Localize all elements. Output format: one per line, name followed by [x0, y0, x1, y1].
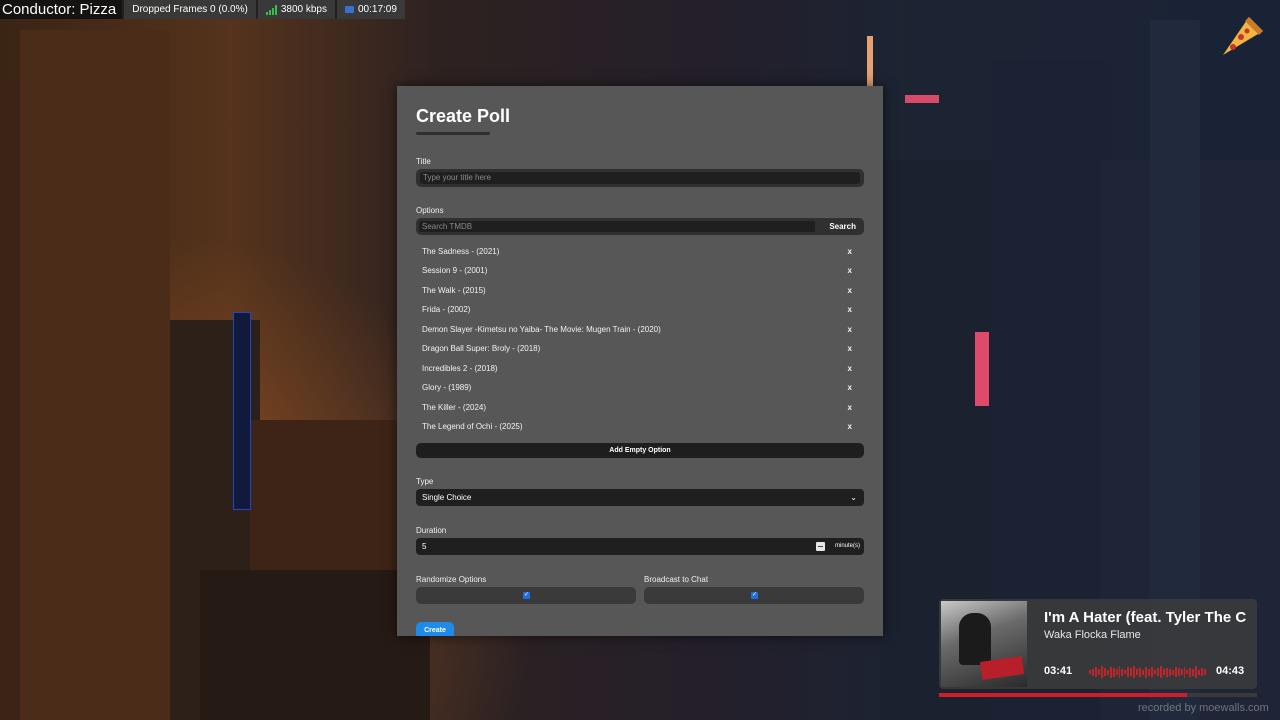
- duration-value: 5: [422, 542, 427, 551]
- option-item: The Sadness - (2021) x: [422, 245, 858, 259]
- remove-option-button[interactable]: x: [848, 323, 852, 337]
- neon-sign: [975, 332, 989, 406]
- desolar-sign: [233, 312, 251, 510]
- option-label: Glory - (1989): [422, 383, 472, 392]
- elapsed-time: 03:41: [1044, 665, 1073, 677]
- bitrate-stat: 3800 kbps: [257, 0, 335, 19]
- track-progress-fill: [939, 693, 1188, 697]
- dialog-title: Create Poll: [416, 106, 511, 126]
- remove-option-button[interactable]: x: [848, 342, 852, 356]
- option-label: The Sadness - (2021): [422, 247, 500, 256]
- type-select[interactable]: Single Choice ⌄: [416, 489, 864, 506]
- remove-option-button[interactable]: x: [848, 401, 852, 415]
- remove-option-button[interactable]: x: [848, 284, 852, 298]
- duration-unit: minute(s): [834, 543, 860, 549]
- waveform-visualizer: [1089, 666, 1207, 678]
- conductor-label: Conductor: Pizza: [0, 0, 123, 19]
- total-time: 04:43: [1216, 665, 1245, 677]
- uptime-text: 00:17:09: [358, 4, 397, 15]
- duration-label: Duration: [416, 526, 447, 535]
- option-label: The Walk - (2015): [422, 286, 486, 295]
- add-empty-option-button[interactable]: Add Empty Option: [416, 443, 864, 458]
- track-artist: Waka Flocka Flame: [1044, 629, 1141, 641]
- remove-option-button[interactable]: x: [848, 264, 852, 278]
- option-label: Incredibles 2 - (2018): [422, 364, 498, 373]
- stream-stats-bar: Conductor: Pizza Dropped Frames 0 (0.0%)…: [0, 0, 405, 19]
- duration-stepper[interactable]: [816, 542, 825, 551]
- dropped-frames-text: Dropped Frames 0 (0.0%): [132, 4, 248, 15]
- option-item: The Legend of Ochi - (2025) x: [422, 420, 858, 434]
- option-label: The Killer - (2024): [422, 403, 487, 412]
- randomize-options-toggle: ✓: [416, 587, 636, 604]
- album-cover: [941, 601, 1027, 687]
- dropped-frames-stat: Dropped Frames 0 (0.0%): [124, 0, 256, 19]
- option-label: Session 9 - (2001): [422, 266, 488, 275]
- option-item: Dragon Ball Super: Broly - (2018) x: [422, 342, 858, 356]
- tmdb-search-input[interactable]: Search TMDB: [419, 221, 815, 232]
- broadcast-to-chat-toggle: ✓: [644, 587, 864, 604]
- remove-option-button[interactable]: x: [848, 245, 852, 259]
- neon-strip: [905, 95, 939, 103]
- randomize-label: Randomize Options: [416, 575, 487, 584]
- option-label: Dragon Ball Super: Broly - (2018): [422, 344, 541, 353]
- create-poll-dialog: Create Poll Title Type your title here O…: [397, 86, 883, 636]
- options-label: Options: [416, 206, 444, 215]
- title-label: Title: [416, 157, 431, 166]
- record-icon: [345, 6, 354, 13]
- option-item: Demon Slayer -Kimetsu no Yaiba- The Movi…: [422, 323, 858, 337]
- track-title: I'm A Hater (feat. Tyler The C: [1044, 609, 1247, 626]
- option-item: The Killer - (2024) x: [422, 401, 858, 415]
- broadcast-checkbox[interactable]: ✓: [751, 592, 758, 599]
- option-item: Incredibles 2 - (2018) x: [422, 362, 858, 376]
- watermark: recorded by moewalls.com: [1138, 702, 1269, 714]
- signal-icon: [265, 4, 277, 15]
- option-label: Demon Slayer -Kimetsu no Yaiba- The Movi…: [422, 325, 661, 334]
- title-underline: [416, 132, 490, 135]
- bitrate-text: 3800 kbps: [280, 4, 327, 15]
- remove-option-button[interactable]: x: [848, 362, 852, 376]
- option-label: The Legend of Ochi - (2025): [422, 422, 523, 431]
- option-item: Session 9 - (2001) x: [422, 264, 858, 278]
- create-button[interactable]: Create: [416, 622, 454, 636]
- tmdb-search: Search TMDB Search: [416, 218, 864, 235]
- search-button[interactable]: Search: [829, 221, 856, 232]
- title-field[interactable]: Type your title here: [416, 169, 864, 187]
- option-item: Frida - (2002) x: [422, 303, 858, 317]
- pizza-icon: [1223, 17, 1263, 55]
- type-label: Type: [416, 477, 434, 486]
- lamp: [867, 36, 873, 86]
- option-item: Glory - (1989) x: [422, 381, 858, 395]
- type-select-value: Single Choice: [422, 493, 472, 502]
- duration-field[interactable]: 5 minute(s): [416, 538, 864, 555]
- remove-option-button[interactable]: x: [848, 381, 852, 395]
- remove-option-button[interactable]: x: [848, 303, 852, 317]
- option-item: The Walk - (2015) x: [422, 284, 858, 298]
- track-progress-bar: [939, 693, 1257, 697]
- randomize-checkbox[interactable]: ✓: [523, 592, 530, 599]
- broadcast-label: Broadcast to Chat: [644, 575, 709, 584]
- title-input[interactable]: Type your title here: [420, 172, 860, 184]
- now-playing-widget: I'm A Hater (feat. Tyler The C Waka Floc…: [939, 599, 1257, 697]
- remove-option-button[interactable]: x: [848, 420, 852, 434]
- uptime-stat: 00:17:09: [337, 0, 405, 19]
- chevron-down-icon: ⌄: [850, 493, 857, 502]
- option-label: Frida - (2002): [422, 305, 471, 314]
